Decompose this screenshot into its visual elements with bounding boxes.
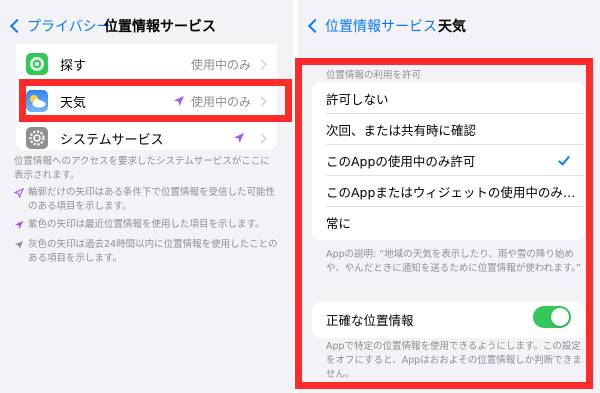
back-label: プライバシー [27, 19, 111, 35]
precise-location-toggle[interactable] [533, 306, 571, 328]
system-services-footer: 位置情報へのアクセスを要求したシステムサービスがここに表示されます。 [14, 156, 270, 181]
option-while-using[interactable]: このAppの使用中のみ許可 [312, 145, 585, 176]
find-my-icon [26, 53, 48, 75]
chevron-right-icon [256, 96, 267, 106]
purple-arrow-icon [14, 220, 24, 230]
precise-location-footer: Appで特定の位置情報を使用できるようにします。この設定をオフにすると、Appは… [326, 341, 582, 380]
weather-icon [26, 90, 48, 112]
legend-item-gray: 灰色の矢印は過去24時間以内に位置情報を使用したことのある項目を示します。 [14, 238, 279, 266]
permission-options: 許可しない 次回、または共有時に確認 このAppの使用中のみ許可 このAppまた… [312, 82, 585, 240]
weather-location-panel: 位置情報サービス 天気 位置情報の利用を許可 許可しない 次回、または共有時に確… [298, 0, 600, 393]
location-arrow-icon [234, 133, 244, 143]
toggle-knob [551, 308, 569, 326]
gray-arrow-icon [14, 240, 24, 250]
precise-location-label: 正確な位置情報 [326, 313, 414, 328]
location-arrow-icon [174, 96, 184, 106]
list-item-system-services[interactable]: システムサービス [16, 120, 277, 156]
left-navbar: プライバシー 位置情報サービス [0, 10, 293, 38]
option-label: このAppの使用中のみ許可 [326, 154, 476, 169]
option-label: 次回、または共有時に確認 [326, 123, 477, 138]
option-ask-next-time[interactable]: 次回、または共有時に確認 [312, 114, 585, 145]
back-to-privacy-button[interactable]: プライバシー [8, 16, 111, 36]
app-description: Appの説明: “地域の天気を表示したり、雨や雪の降り始めや、やんだときに通知を… [326, 249, 581, 274]
right-navbar: 位置情報サービス 天気 [298, 10, 600, 38]
legend-text: 輪郭だけの矢印はある条件下で位置情報を受信した可能性のある項目を示します。 [28, 187, 276, 212]
row-label: 探す [60, 58, 87, 74]
option-label: 常に [326, 216, 352, 231]
chevron-left-icon [307, 18, 323, 34]
page-title: 天気 [438, 19, 466, 35]
precise-location-row: 正確な位置情報 [312, 304, 585, 335]
location-services-panel: プライバシー 位置情報サービス 探す 使用中のみ 天気 使用中のみ システムサー… [0, 0, 293, 393]
row-value: 使用中のみ [190, 57, 251, 72]
app-list: 探す 使用中のみ 天気 使用中のみ システムサービス [16, 44, 277, 150]
precise-location-group: 正確な位置情報 [312, 302, 585, 338]
outline-arrow-icon [14, 188, 24, 198]
option-always[interactable]: 常に [312, 207, 585, 238]
list-item-find-my[interactable]: 探す 使用中のみ [16, 46, 277, 82]
option-label: 許可しない [326, 92, 389, 107]
legend-text: 紫色の矢印は最近位置情報を使用した項目を示します。 [28, 219, 265, 230]
settings-gear-icon [26, 127, 48, 149]
section-header: 位置情報の利用を許可 [326, 70, 422, 81]
legend-item-purple: 紫色の矢印は最近位置情報を使用した項目を示します。 [14, 218, 279, 232]
row-value: 使用中のみ [190, 94, 251, 109]
option-label: このAppまたはウィジェットの使用中のみ… [326, 185, 576, 200]
row-label: システムサービス [60, 132, 164, 148]
option-never[interactable]: 許可しない [312, 83, 585, 114]
row-label: 天気 [60, 95, 87, 111]
chevron-left-icon [9, 18, 25, 34]
checkmark-icon [558, 153, 570, 166]
chevron-right-icon [256, 133, 267, 143]
back-label: 位置情報サービス [325, 19, 437, 35]
page-title: 位置情報サービス [104, 19, 216, 35]
option-while-using-app-or-widgets[interactable]: このAppまたはウィジェットの使用中のみ… [312, 176, 585, 207]
chevron-right-icon [256, 59, 267, 69]
back-to-location-services-button[interactable]: 位置情報サービス [306, 16, 437, 36]
legend-text: 灰色の矢印は過去24時間以内に位置情報を使用したことのある項目を示します。 [28, 239, 278, 264]
legend-item-outline: 輪郭だけの矢印はある条件下で位置情報を受信した可能性のある項目を示します。 [14, 186, 279, 214]
list-item-weather[interactable]: 天気 使用中のみ [16, 83, 277, 119]
